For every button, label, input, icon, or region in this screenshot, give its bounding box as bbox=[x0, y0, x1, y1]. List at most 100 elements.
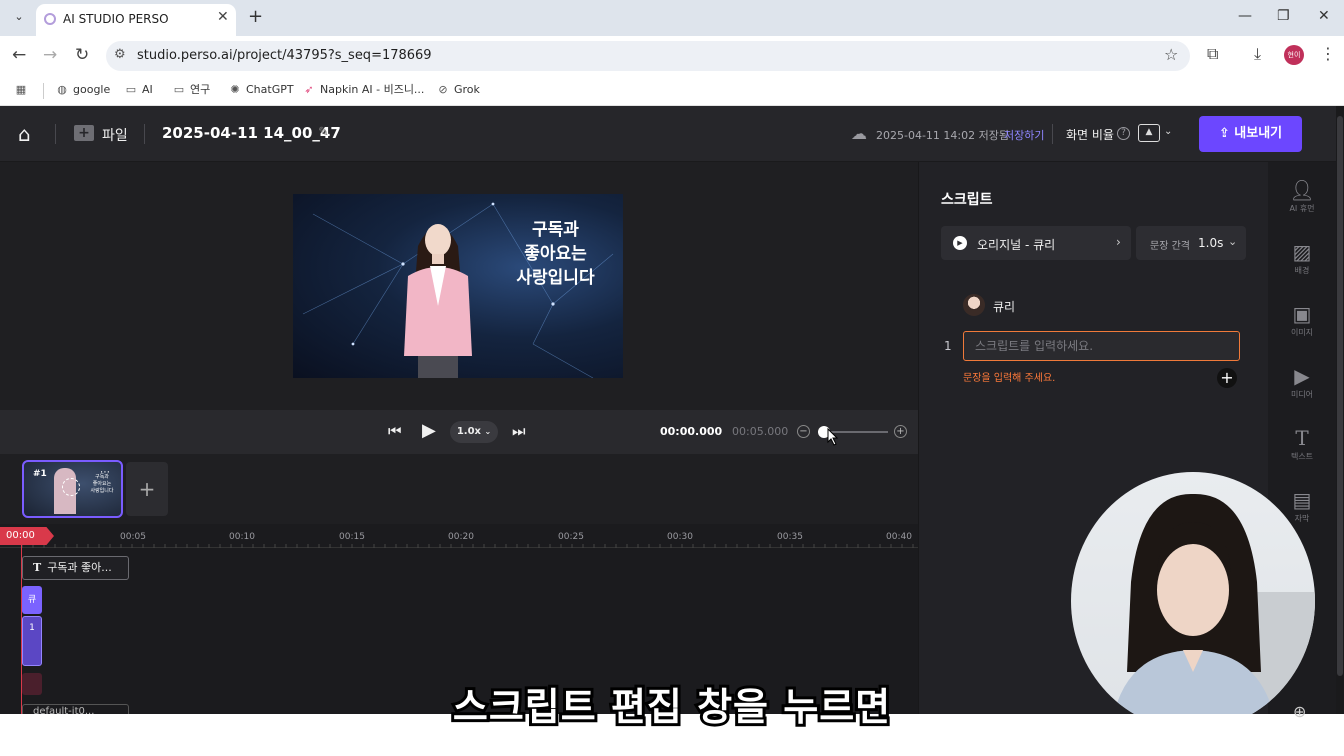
grok-icon: ⊘ bbox=[438, 83, 448, 96]
minimize-icon[interactable]: — bbox=[1238, 8, 1252, 24]
edit-title-icon[interactable]: ✎ bbox=[318, 125, 329, 140]
apps-grid-icon[interactable]: ▦ bbox=[14, 81, 32, 99]
napkin-icon: ➶ bbox=[304, 83, 314, 96]
save-button[interactable]: 저장하기 bbox=[1004, 127, 1044, 143]
bookmark-ai[interactable]: ▭ AI bbox=[124, 81, 153, 99]
download-icon[interactable]: ⤓ bbox=[1254, 44, 1261, 64]
sentence-gap-selector[interactable]: 문장 간격 1.0s ⌄ bbox=[1136, 226, 1246, 260]
bookmark-grok[interactable]: ⊘ Grok bbox=[436, 81, 480, 99]
bookmark-research[interactable]: ▭ 연구 bbox=[172, 81, 210, 99]
rail-background[interactable]: ▨ 배경 bbox=[1268, 240, 1336, 276]
new-tab-icon[interactable]: + bbox=[248, 6, 263, 27]
total-time: 00:05.000 bbox=[732, 425, 789, 438]
voice-track-clip[interactable]: 1 bbox=[22, 616, 42, 666]
voice-play-icon[interactable]: ▶ bbox=[953, 236, 967, 250]
video-preview[interactable]: 구독과 좋아요는 사랑입니다 bbox=[293, 194, 623, 378]
favicon-icon bbox=[44, 13, 56, 25]
reload-icon[interactable]: ↻ bbox=[75, 45, 89, 65]
add-sentence-button[interactable]: + bbox=[1217, 368, 1237, 388]
back-icon[interactable]: ← bbox=[12, 45, 26, 65]
tick-label: 00:05 bbox=[120, 532, 146, 542]
home-icon[interactable]: ⌂ bbox=[18, 122, 31, 146]
scene-strip: 구독과 좋아요는 사랑입니다 #1 ⋯ + bbox=[0, 454, 918, 524]
background-icon: ▨ bbox=[1292, 240, 1312, 264]
add-file-icon[interactable]: + bbox=[74, 125, 94, 141]
rail-image[interactable]: ▣ 이미지 bbox=[1268, 302, 1336, 338]
skip-back-icon[interactable]: ⏮ bbox=[388, 422, 402, 440]
bookmark-napkin[interactable]: ➶ Napkin AI - 비즈니... bbox=[302, 81, 424, 99]
more-options-icon[interactable]: ⋯ bbox=[100, 467, 110, 478]
chevron-down-icon: ⌄ bbox=[1228, 235, 1238, 248]
aspect-ratio-label: 화면 비율 bbox=[1066, 128, 1114, 142]
profile-avatar[interactable]: 현이 bbox=[1284, 45, 1304, 65]
aspect-ratio-selector[interactable]: ▲ ⌄ bbox=[1138, 124, 1176, 144]
app-header: ⌂ + 파일 2025-04-11 14_00_47 ✎ ☁ 2025-04-1… bbox=[0, 106, 1344, 162]
gap-label: 문장 간격 bbox=[1150, 241, 1190, 252]
url-text[interactable]: studio.perso.ai/project/43795?s_seq=1786… bbox=[137, 48, 432, 63]
folder-icon: ▭ bbox=[125, 83, 137, 96]
skip-forward-icon[interactable]: ⏭ bbox=[512, 422, 526, 440]
rail-text[interactable]: T 텍스트 bbox=[1268, 426, 1336, 462]
scene-number: #1 bbox=[33, 469, 47, 479]
extensions-icon[interactable]: ⧉ bbox=[1207, 44, 1218, 64]
rail-ai-human[interactable]: 👤︎ AI 휴먼 bbox=[1268, 178, 1336, 214]
zoom-out-icon[interactable]: − bbox=[797, 425, 810, 438]
add-scene-button[interactable]: + bbox=[126, 462, 168, 516]
browser-menu-icon[interactable]: ⋮ bbox=[1320, 44, 1336, 63]
loading-spinner-icon bbox=[62, 478, 80, 496]
ai-avatar-figure bbox=[404, 224, 472, 378]
tab-search-chevron-icon[interactable]: ⌄ bbox=[8, 6, 30, 28]
preview-caption: 구독과 좋아요는 사랑입니다 bbox=[516, 220, 595, 288]
preview-stage: 구독과 좋아요는 사랑입니다 bbox=[0, 162, 918, 410]
globe-icon: ◍ bbox=[57, 83, 67, 96]
forward-icon[interactable]: → bbox=[43, 45, 57, 65]
voice-selector[interactable]: ▶ 오리지널 - 큐리 › bbox=[941, 226, 1131, 260]
bookmark-star-icon[interactable]: ☆ bbox=[1164, 45, 1178, 64]
tick-label: 00:15 bbox=[339, 532, 365, 542]
site-info-icon[interactable]: ⚙ bbox=[114, 47, 126, 62]
tick-label: 00:10 bbox=[229, 532, 255, 542]
page-scrollbar[interactable] bbox=[1336, 106, 1344, 714]
voice-label: 오리지널 - 큐리 bbox=[977, 238, 1056, 252]
scrollbar-thumb[interactable] bbox=[1337, 116, 1343, 676]
bookmark-chatgpt[interactable]: ✺ ChatGPT bbox=[228, 81, 293, 99]
text-track-clip[interactable]: T 구독과 좋아... bbox=[22, 556, 129, 580]
address-field[interactable]: ⚙ studio.perso.ai/project/43795?s_seq=17… bbox=[106, 41, 1190, 71]
window-close-icon[interactable]: ✕ bbox=[1318, 8, 1330, 24]
bookmarks-divider bbox=[43, 83, 44, 99]
video-subtitle: 스크립트 편집 창을 누르면 bbox=[450, 682, 893, 732]
browser-tab[interactable]: AI STUDIO PERSO ✕ bbox=[36, 4, 236, 36]
playhead[interactable]: 00:00 bbox=[0, 527, 54, 545]
help-icon[interactable]: ? bbox=[1117, 127, 1130, 140]
play-icon[interactable]: ▶ bbox=[422, 420, 436, 441]
line-number: 1 bbox=[944, 339, 952, 353]
chevron-down-icon: ⌄ bbox=[484, 427, 492, 436]
video-icon: ▶ bbox=[1294, 364, 1310, 388]
gap-value: 1.0s bbox=[1198, 236, 1224, 250]
panel-title: 스크립트 bbox=[941, 192, 993, 208]
folder-icon: ▭ bbox=[173, 83, 185, 96]
upload-icon: ⇪ bbox=[1218, 126, 1235, 141]
mouse-cursor-icon bbox=[827, 428, 838, 446]
language-icon[interactable]: ⊕ bbox=[1293, 702, 1306, 721]
maximize-icon[interactable]: ❐ bbox=[1277, 8, 1290, 24]
bookmark-google[interactable]: ◍ google bbox=[55, 81, 110, 99]
tab-close-icon[interactable]: ✕ bbox=[217, 9, 229, 25]
project-title[interactable]: 2025-04-11 14_00_47 bbox=[162, 124, 341, 142]
zoom-in-icon[interactable]: + bbox=[894, 425, 907, 438]
file-menu-button[interactable]: 파일 bbox=[102, 125, 128, 145]
person-icon: 👤︎ bbox=[1289, 178, 1315, 202]
rail-media[interactable]: ▶ 미디어 bbox=[1268, 364, 1336, 400]
chevron-down-icon: ⌄ bbox=[1164, 126, 1173, 137]
header-divider bbox=[144, 124, 145, 144]
browser-tab-bar: ⌄ AI STUDIO PERSO ✕ + — ❐ ✕ bbox=[0, 0, 1344, 36]
tab-title: AI STUDIO PERSO bbox=[63, 12, 169, 26]
text-icon: T bbox=[33, 561, 42, 574]
tick-label: 00:30 bbox=[667, 532, 693, 542]
speed-selector[interactable]: 1.0x ⌄ bbox=[450, 421, 498, 443]
avatar-track-clip[interactable]: 큐 bbox=[22, 586, 42, 614]
export-button[interactable]: ⇪ 내보내기 bbox=[1199, 116, 1302, 152]
time-ruler[interactable]: 00:05 00:10 00:15 00:20 00:25 00:30 00:3… bbox=[0, 524, 918, 548]
script-input[interactable] bbox=[963, 331, 1240, 361]
scene-thumbnail[interactable]: 구독과 좋아요는 사랑입니다 #1 ⋯ bbox=[22, 460, 123, 518]
